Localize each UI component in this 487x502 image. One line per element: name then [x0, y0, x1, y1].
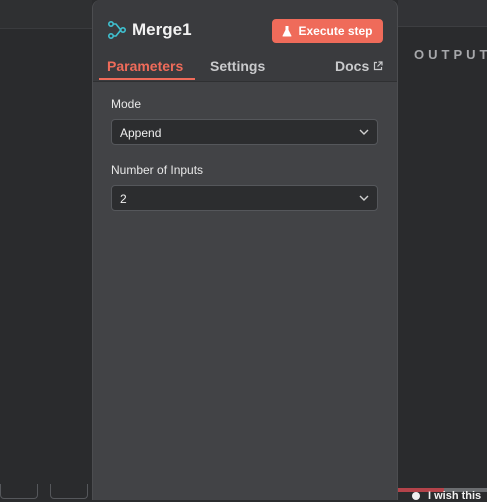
active-tab-indicator — [99, 78, 195, 80]
bottom-left-button-2[interactable] — [50, 484, 88, 499]
number-of-inputs-select[interactable]: 2 — [111, 185, 378, 211]
mode-value: Append — [120, 126, 162, 140]
feedback-text: I wish this — [428, 490, 482, 502]
output-label: OUTPUT — [414, 47, 487, 62]
number-of-inputs-value: 2 — [120, 192, 127, 206]
mode-label: Mode — [111, 97, 142, 111]
flask-icon — [282, 25, 292, 36]
external-link-icon — [374, 61, 383, 71]
node-details-panel: Merge1 Execute step Parameters Settings … — [92, 0, 398, 500]
node-title[interactable]: Merge1 — [132, 20, 192, 40]
execute-step-label: Execute step — [298, 24, 373, 38]
canvas-left — [0, 0, 92, 500]
mode-select[interactable]: Append — [111, 119, 378, 145]
tab-settings[interactable]: Settings — [210, 58, 265, 74]
feedback-prompt[interactable]: I wish this — [412, 490, 481, 502]
chevron-down-icon — [359, 129, 369, 135]
lightbulb-icon — [412, 492, 420, 501]
panel-tabs: Parameters Settings Docs — [93, 56, 397, 81]
output-header-bar — [398, 0, 487, 27]
bottom-left-button[interactable] — [0, 484, 38, 499]
docs-label: Docs — [335, 58, 370, 74]
chevron-down-icon — [359, 195, 369, 201]
tab-docs[interactable]: Docs — [335, 58, 383, 74]
number-of-inputs-label: Number of Inputs — [111, 163, 204, 177]
input-header-bar — [0, 0, 92, 29]
panel-header: Merge1 Execute step Parameters Settings … — [93, 0, 397, 82]
tab-parameters[interactable]: Parameters — [107, 58, 183, 74]
execute-step-button[interactable]: Execute step — [272, 19, 383, 43]
output-area — [398, 0, 487, 500]
merge-node-icon — [108, 21, 126, 39]
